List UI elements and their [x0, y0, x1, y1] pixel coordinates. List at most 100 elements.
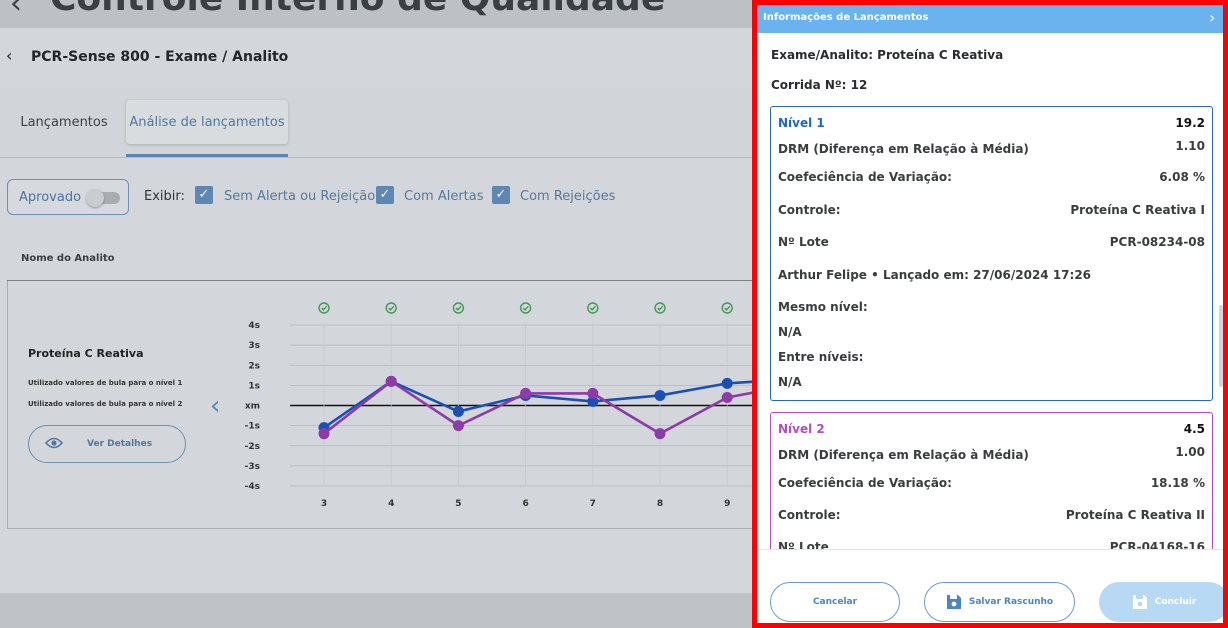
level-2-control-value: Proteína C Reativa II — [1065, 508, 1205, 522]
y-tick-label: 4s — [248, 321, 260, 331]
floppy-disk-icon — [946, 595, 961, 609]
level-1-control-label: Controle: — [778, 203, 841, 217]
x-tick-label: 5 — [455, 499, 461, 509]
level-1-cv-label: Coefeciência de Variação: — [778, 170, 952, 184]
check-circle-icon — [587, 302, 599, 314]
save-draft-button-label: Salvar Rascunho — [968, 597, 1054, 607]
checkbox-label-sem-alerta: Sem Alerta ou Rejeição — [224, 189, 376, 204]
checkbox-com-rejeicoes[interactable]: ✓ — [492, 186, 510, 204]
level-1-lot-value: PCR-08234-08 — [1109, 235, 1205, 249]
back-arrow-icon[interactable]: ‹ — [10, 0, 22, 21]
check-circle-icon — [452, 302, 465, 314]
level-1-drm-value: 1.10 — [1175, 139, 1205, 153]
y-tick-label: xm — [245, 402, 260, 412]
y-tick-label: 3s — [248, 341, 260, 351]
launch-info-panel: Informações de Lançamentos › Exame/Anali… — [752, 0, 1228, 628]
panel-scroll-area[interactable]: Exame/Analito: Proteína C Reativa Corrid… — [757, 33, 1223, 549]
save-draft-button[interactable]: Salvar Rascunho — [924, 582, 1075, 622]
check-icon — [589, 305, 596, 311]
level-1-value: 19.2 — [1175, 116, 1205, 130]
filters-bar: Aprovado Exibir: ✓ Sem Alerta ou Rejeiçã… — [0, 168, 760, 226]
panel-title: Informações de Lançamentos — [763, 12, 929, 23]
chart-prev-icon[interactable]: ‹ — [210, 391, 220, 421]
panel-header: Informações de Lançamentos › — [757, 5, 1223, 33]
checkbox-label-com-alertas: Com Alertas — [404, 189, 484, 204]
data-point-series-2 — [587, 387, 599, 399]
conclude-button-label: Concluir — [1154, 597, 1197, 607]
status-toggle-box[interactable]: Aprovado — [7, 179, 129, 215]
panel-footer: Cancelar Salvar Rascunho Concluir — [757, 549, 1223, 623]
data-point-series-2 — [452, 420, 464, 432]
data-point-series-2 — [385, 375, 397, 387]
level-1-author-line: Arthur Felipe • Lançado em: 27/06/2024 1… — [778, 268, 1092, 282]
level-1-same-level-value: N/A — [778, 325, 802, 339]
analyte-note-level2: Utilizado valores de bula para o nível 2 — [28, 400, 183, 408]
level-1-cv-value: 6.08 % — [1159, 170, 1205, 184]
level-2-cv-label: Coefeciência de Variação: — [778, 476, 952, 490]
eye-icon — [45, 437, 63, 449]
chevron-left-icon[interactable]: ‹ — [6, 46, 12, 65]
level-1-drm-label: DRM (Diferença em Relação à Média) — [778, 142, 1029, 156]
status-toggle[interactable] — [86, 189, 120, 207]
level-2-value: 4.5 — [1183, 422, 1205, 436]
data-point-series-2 — [318, 428, 330, 440]
conclude-button[interactable]: Concluir — [1099, 582, 1223, 622]
analyte-name: Proteína C Reativa — [28, 347, 144, 360]
level-1-lot-label: Nº Lote — [778, 235, 829, 249]
y-tick-label: -3s — [245, 462, 260, 472]
x-tick-label: 4 — [388, 499, 394, 509]
level-1-between-levels-label: Entre níveis: — [778, 350, 864, 364]
check-circle-icon — [318, 302, 330, 314]
details-button-label: Ver Detalhes — [87, 439, 153, 449]
check-circle-icon — [654, 302, 666, 314]
x-tick-label: 7 — [590, 499, 596, 509]
level-2-lot-value: PCR-04168-16 — [1109, 540, 1205, 549]
check-icon — [321, 305, 328, 311]
checkbox-com-alertas[interactable]: ✓ — [376, 186, 394, 204]
check-icon — [657, 305, 664, 311]
y-tick-label: -1s — [245, 422, 260, 432]
y-tick-label: -4s — [245, 482, 260, 492]
level-1-card: Nível 1 19.2 DRM (Diferença em Relação à… — [770, 106, 1213, 401]
active-tab-indicator — [126, 154, 288, 157]
analyte-note-level1: Utilizado valores de bula para o nível 1 — [28, 379, 183, 387]
y-tick-label: 2s — [248, 361, 260, 371]
tab-lancamentos[interactable]: Lançamentos — [12, 100, 116, 144]
page-title: Controle Interno de Qualidade — [50, 0, 665, 19]
cancel-button[interactable]: Cancelar — [770, 582, 900, 622]
y-tick-label: -2s — [245, 442, 260, 452]
check-circle-icon — [721, 302, 733, 314]
level-1-same-level-label: Mesmo nível: — [778, 300, 868, 314]
level-2-lot-label: Nº Lote — [778, 540, 829, 549]
checkbox-sem-alerta[interactable]: ✓ — [195, 186, 213, 204]
level-2-card: Nível 2 4.5 DRM (Diferença em Relação à … — [770, 412, 1213, 549]
level-1-between-levels-value: N/A — [778, 375, 802, 389]
data-point-series-1 — [452, 406, 464, 418]
check-circle-icon — [385, 302, 397, 314]
exibir-label: Exibir: — [144, 189, 185, 204]
bottom-band — [0, 593, 760, 628]
x-tick-label: 3 — [321, 499, 327, 509]
column-header-analito: Nome do Analito — [21, 253, 115, 264]
panel-scrollbar[interactable] — [1219, 305, 1223, 387]
details-button[interactable]: Ver Detalhes — [28, 425, 186, 463]
run-line: Corrida Nº: 12 — [771, 78, 868, 92]
breadcrumb-title: PCR-Sense 800 - Exame / Analito — [31, 49, 289, 65]
level-2-title: Nível 2 — [778, 422, 825, 436]
check-icon — [455, 305, 462, 311]
data-point-series-2 — [721, 391, 733, 403]
level-1-control-value: Proteína C Reativa I — [1070, 203, 1205, 217]
toggle-knob — [86, 189, 104, 207]
level-2-drm-label: DRM (Diferença em Relação à Média) — [778, 448, 1029, 462]
tab-analise-lancamentos[interactable]: Análise de lançamentos — [126, 100, 288, 144]
exam-line: Exame/Analito: Proteína C Reativa — [771, 48, 1004, 62]
levey-jennings-chart: 4s 3s 2s 1s xm -1s -2s -3s -4s 3 4 5 6 7 8 9 — [245, 302, 756, 509]
floppy-disk-icon — [1132, 595, 1147, 609]
chevron-right-icon[interactable]: › — [1209, 8, 1215, 27]
level-2-control-label: Controle: — [778, 508, 841, 522]
level-2-drm-value: 1.00 — [1175, 445, 1205, 459]
x-tick-label: 6 — [522, 499, 528, 509]
check-icon — [388, 305, 395, 311]
data-point-series-1 — [721, 377, 733, 389]
data-point-series-2 — [654, 428, 666, 440]
